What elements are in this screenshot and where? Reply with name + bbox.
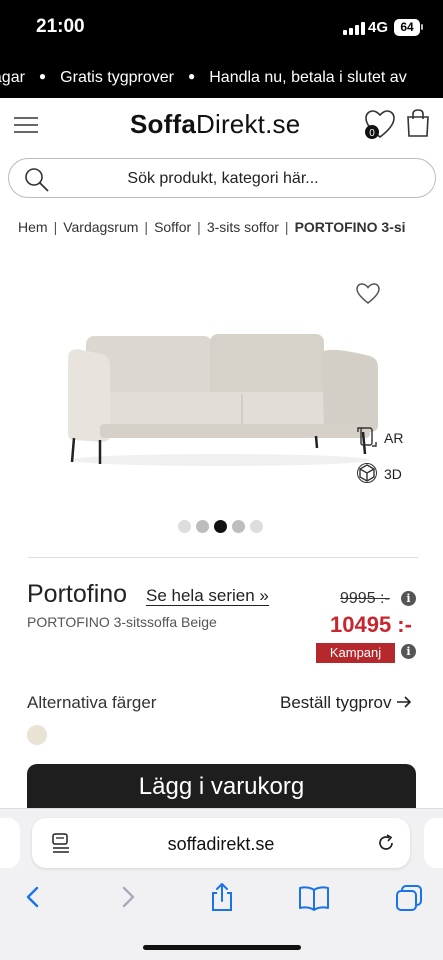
breadcrumb-separator: | — [53, 219, 58, 235]
search-input[interactable]: Sök produkt, kategori här... — [8, 158, 436, 198]
battery-tip — [421, 24, 423, 30]
search-placeholder: Sök produkt, kategori här... — [127, 170, 319, 187]
info-icon[interactable]: i — [401, 644, 416, 659]
breadcrumb: Hem | Vardagsrum | Soffor | 3-sits soffor | PORT… — [18, 219, 406, 235]
wishlist-heart-icon[interactable]: 0 — [362, 108, 398, 140]
wishlist-count: 0 — [369, 128, 375, 139]
product-gallery[interactable]: AR 3D — [0, 250, 443, 545]
ar-icon — [357, 427, 377, 447]
back-icon[interactable] — [22, 885, 44, 909]
breadcrumb-separator: | — [197, 219, 201, 235]
breadcrumb-link[interactable]: Vardagsrum — [63, 219, 138, 235]
site-logo[interactable]: SoffaDirekt.se — [130, 109, 300, 140]
promo-bar: dagar ● Gratis tygprover ● Handla nu, betala… — [0, 58, 443, 98]
status-time: 21:00 — [36, 16, 85, 37]
site-header: SoffaDirekt.se 0 — [0, 98, 443, 152]
campaign-badge: Kampanj — [316, 643, 395, 663]
carousel-dot[interactable] — [232, 520, 245, 533]
browser-toolbar: soffadirekt.se — [0, 808, 443, 960]
carousel-dot-active[interactable] — [214, 520, 227, 533]
product-name: Portofino — [27, 580, 128, 608]
order-sample-link[interactable]: Beställ tygprov — [280, 693, 412, 713]
info-icon[interactable]: i — [401, 591, 416, 606]
product-image — [68, 334, 378, 466]
color-swatch-beige[interactable] — [27, 725, 47, 745]
status-bar: 21:00 4G 64 — [0, 0, 443, 58]
bullet-icon: ● — [38, 69, 47, 83]
url-text: soffadirekt.se — [167, 834, 275, 854]
breadcrumb-link[interactable]: Hem — [18, 219, 48, 235]
arrow-right-icon — [397, 696, 412, 708]
series-link[interactable]: Se hela serien » — [146, 586, 269, 606]
new-price: 10495 :- — [330, 612, 412, 637]
network-label: 4G — [368, 19, 389, 36]
breadcrumb-separator: | — [284, 219, 289, 235]
promo-track: dagar ● Gratis tygprover ● Handla nu, betala… — [0, 69, 407, 87]
cart-bag-icon[interactable] — [404, 108, 432, 138]
view-3d-button[interactable]: 3D — [352, 458, 408, 488]
logo-bold: Soffa — [130, 109, 196, 139]
breadcrumb-link[interactable]: 3-sits soffor — [207, 219, 279, 235]
logo-rest: Direkt.se — [196, 109, 301, 139]
tabs-icon[interactable] — [394, 883, 424, 913]
carousel-dot[interactable] — [178, 520, 191, 533]
signal-icon — [343, 22, 365, 35]
promo-item: dagar — [0, 69, 25, 86]
ar-button[interactable]: AR — [352, 422, 408, 452]
previous-tab-preview[interactable] — [0, 818, 20, 868]
favorite-heart-icon[interactable] — [355, 282, 381, 306]
next-tab-preview[interactable] — [424, 818, 443, 868]
breadcrumb-current: PORTOFINO 3-si — [294, 219, 406, 235]
address-bar[interactable]: soffadirekt.se — [32, 818, 410, 868]
ar-label: AR — [384, 430, 404, 446]
section-divider — [28, 557, 418, 558]
product-description: PORTOFINO 3-sitssoffa Beige — [27, 614, 217, 630]
battery-icon: 64 — [394, 19, 420, 36]
old-price: 9995 :- — [340, 590, 390, 607]
menu-icon[interactable] — [14, 114, 38, 136]
forward-icon[interactable] — [117, 885, 139, 909]
promo-item: Gratis tygprover — [60, 69, 174, 86]
alt-colors-label: Alternativa färger — [27, 693, 157, 712]
order-sample-label: Beställ tygprov — [280, 693, 392, 712]
view-3d-label: 3D — [384, 466, 402, 482]
carousel-dot[interactable] — [250, 520, 263, 533]
breadcrumb-link[interactable]: Soffor — [154, 219, 191, 235]
breadcrumb-separator: | — [144, 219, 149, 235]
cube-3d-icon — [357, 463, 377, 483]
share-icon[interactable] — [208, 881, 236, 913]
bullet-icon: ● — [187, 69, 196, 83]
add-to-cart-button[interactable]: Lägg i varukorg — [27, 764, 416, 810]
reload-icon[interactable] — [376, 833, 396, 853]
carousel-dot[interactable] — [196, 520, 209, 533]
home-indicator — [143, 945, 301, 950]
promo-item: Handla nu, betala i slutet av — [209, 69, 407, 86]
bookmarks-icon[interactable] — [298, 885, 330, 911]
